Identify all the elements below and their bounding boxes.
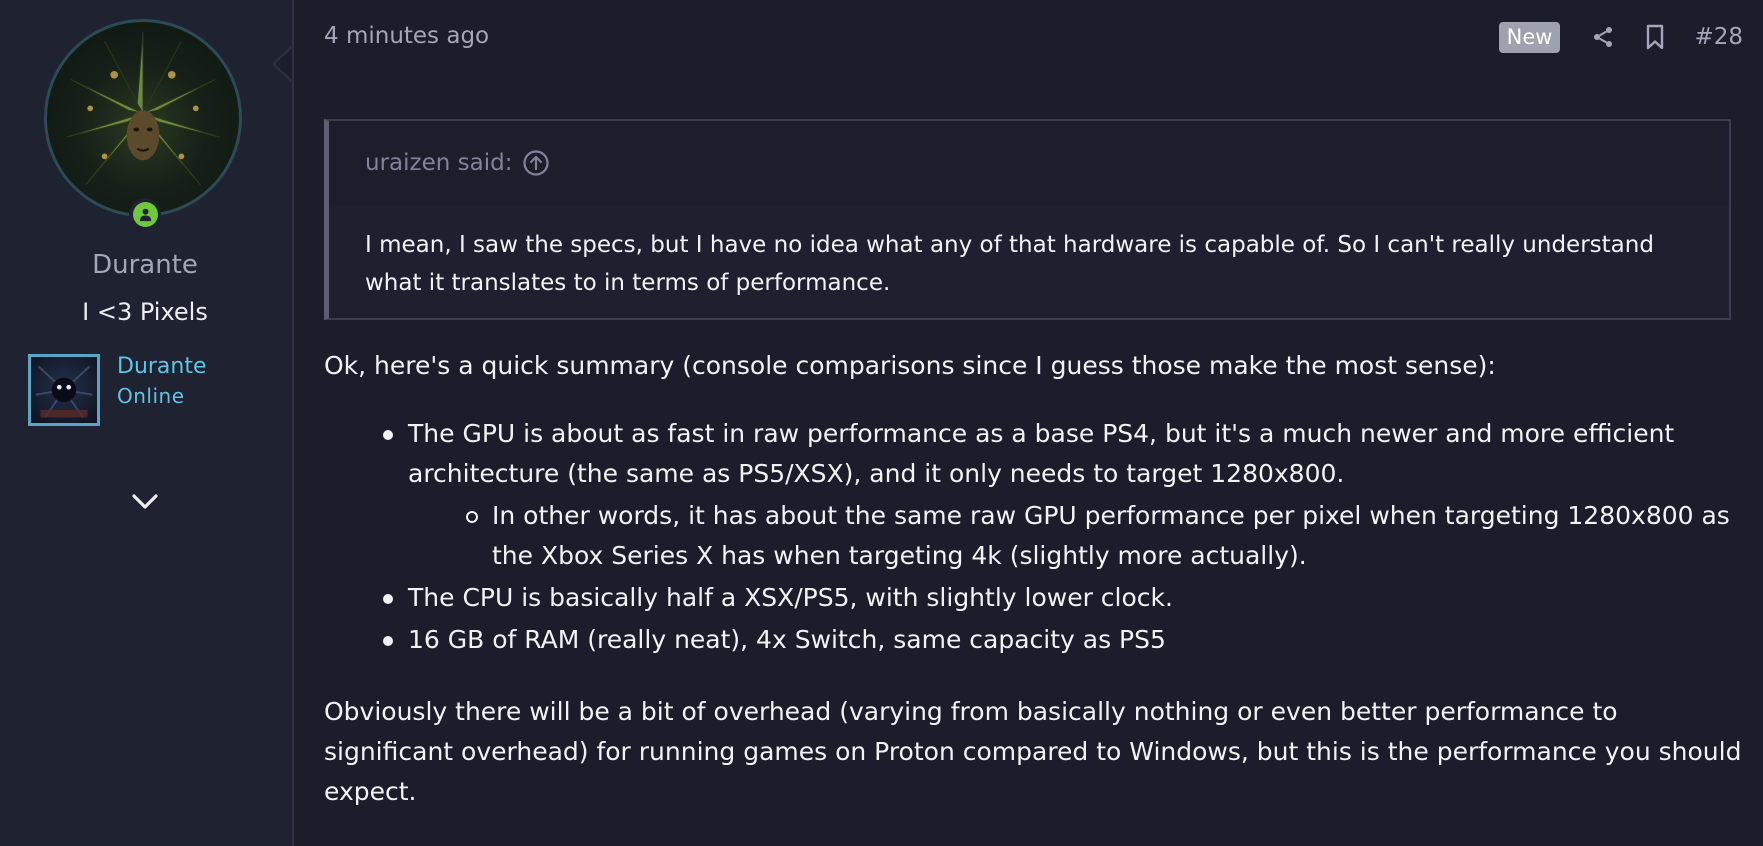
sub-list-item: In other words, it has about the same ra…: [324, 496, 1744, 576]
message-intro: Ok, here's a quick summary (console comp…: [324, 351, 1496, 380]
forum-post: Durante I <3 Pixels Durante Online 4 min…: [0, 0, 1763, 846]
post-actions: New #28: [1498, 20, 1743, 54]
list-item-text: The CPU is basically half a XSX/PS5, wit…: [408, 583, 1173, 612]
chevron-down-icon[interactable]: [128, 486, 162, 516]
quote-text: I mean, I saw the specs, but I have no i…: [365, 232, 1654, 296]
steam-name[interactable]: Durante: [117, 354, 207, 379]
post-timestamp[interactable]: 4 minutes ago: [324, 23, 489, 49]
user-icon: [132, 201, 158, 227]
list-item: 16 GB of RAM (really neat), 4x Switch, s…: [324, 620, 1744, 660]
user-sidebar: Durante I <3 Pixels Durante Online: [0, 0, 294, 846]
quote-author-label[interactable]: uraizen said:: [365, 150, 512, 176]
list-item-text: 16 GB of RAM (really neat), 4x Switch, s…: [408, 625, 1166, 654]
arrow-up-circle-icon[interactable]: [522, 149, 550, 177]
message-bullet-list: The GPU is about as fast in raw performa…: [324, 414, 1744, 662]
bookmark-icon[interactable]: [1642, 24, 1668, 50]
message-outro: Obviously there will be a bit of overhea…: [324, 697, 1742, 806]
steam-status: Online: [117, 384, 185, 408]
steam-avatar-image: [35, 365, 93, 418]
steam-avatar[interactable]: [28, 354, 100, 426]
list-item-text: The GPU is about as fast in raw performa…: [408, 419, 1675, 488]
user-title: I <3 Pixels: [82, 298, 208, 326]
post-number-link[interactable]: #28: [1694, 24, 1743, 50]
list-item: The GPU is about as fast in raw performa…: [324, 414, 1744, 494]
sub-list-item-text: In other words, it has about the same ra…: [492, 501, 1730, 570]
list-item: The CPU is basically half a XSX/PS5, wit…: [324, 578, 1744, 618]
new-badge: New: [1498, 21, 1561, 53]
avatar-image: [66, 31, 220, 186]
sidebar-arrow-inner: [275, 48, 292, 80]
share-icon[interactable]: [1590, 24, 1616, 50]
username[interactable]: Durante: [0, 250, 290, 280]
quote-block: uraizen said: I mean, I saw the specs, b…: [324, 119, 1731, 320]
quote-author[interactable]: uraizen said:: [365, 149, 550, 177]
online-indicator: [129, 198, 161, 230]
avatar[interactable]: [44, 19, 242, 217]
